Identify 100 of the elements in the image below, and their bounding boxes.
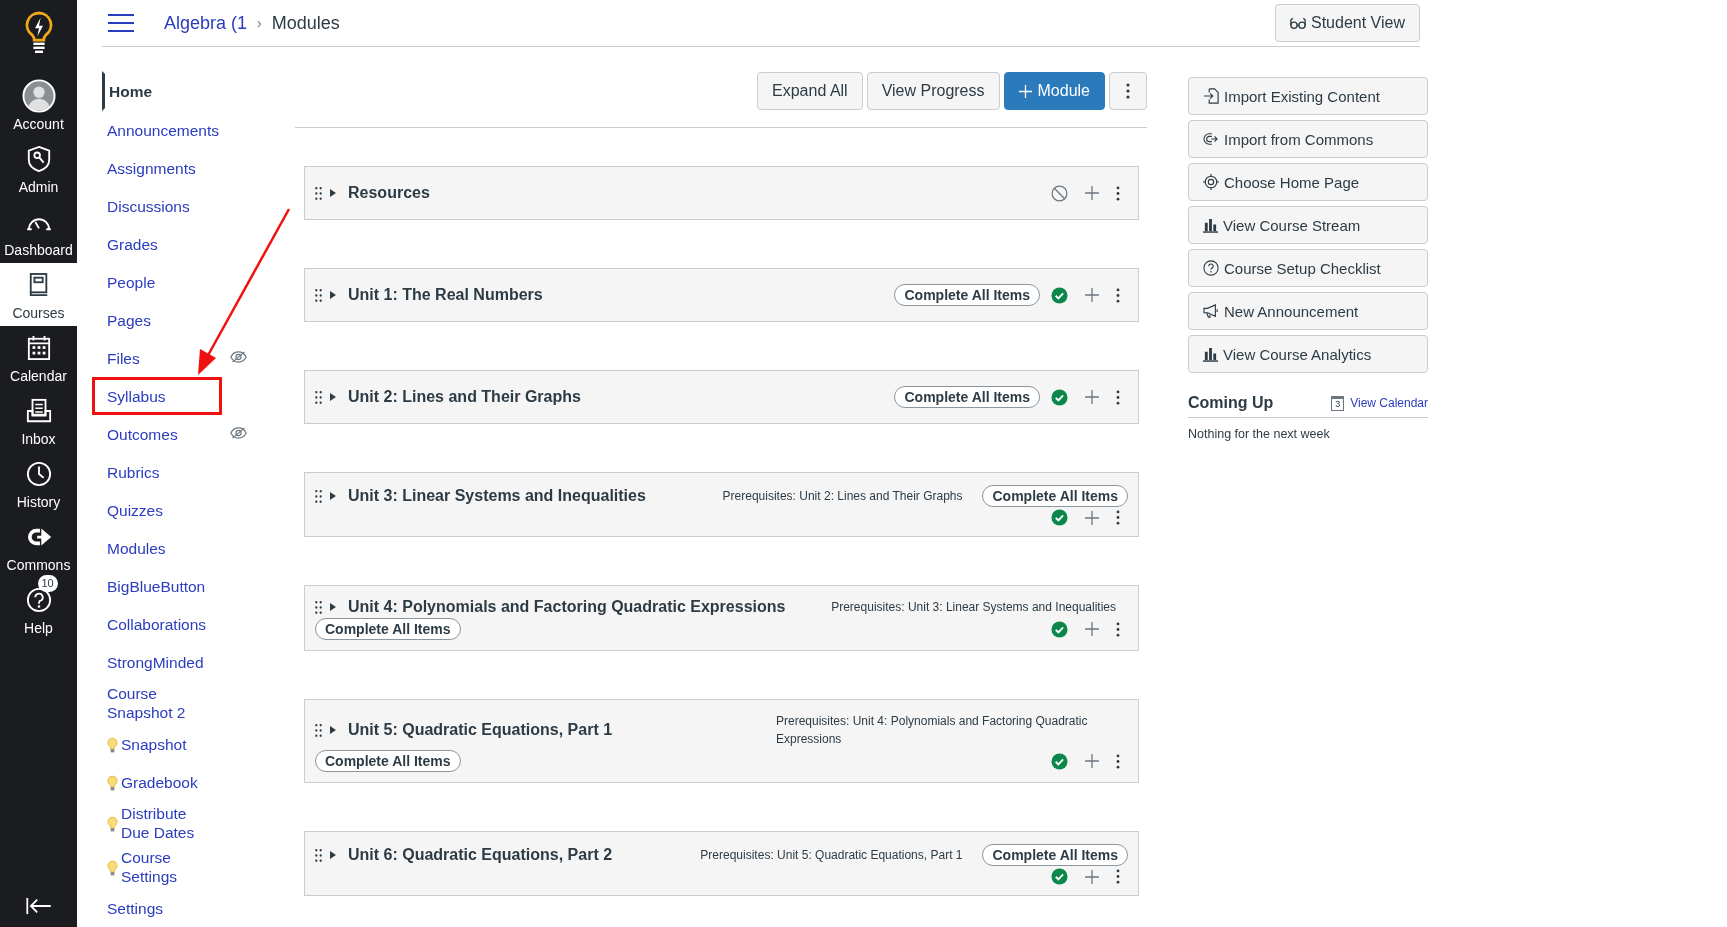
drag-handle-icon[interactable] xyxy=(315,488,322,504)
course-nav-link[interactable]: Course Snapshot 2 xyxy=(92,681,222,725)
course-nav-link[interactable]: Announcements xyxy=(92,111,222,149)
global-nav-item[interactable]: Commons xyxy=(0,515,77,578)
kebab-icon[interactable] xyxy=(1116,185,1120,201)
global-nav-item[interactable]: Dashboard xyxy=(0,200,77,263)
published-check-icon[interactable] xyxy=(1051,752,1068,770)
menu-icon[interactable] xyxy=(108,14,134,32)
kebab-icon[interactable] xyxy=(1116,621,1120,637)
add-item-plus-icon[interactable] xyxy=(1085,622,1099,636)
sidebar-action-button[interactable]: View Course Stream xyxy=(1188,206,1428,244)
course-nav-link[interactable]: Home xyxy=(102,71,232,111)
kebab-icon[interactable] xyxy=(1116,753,1120,769)
breadcrumb-current: Modules xyxy=(271,12,340,34)
course-nav-link[interactable]: Syllabus xyxy=(92,377,222,415)
kebab-icon[interactable] xyxy=(1116,510,1120,525)
add-module-button[interactable]: Module xyxy=(1003,72,1105,110)
add-item-plus-icon[interactable] xyxy=(1085,869,1099,884)
module-title[interactable]: Resources xyxy=(348,184,430,202)
module-title[interactable]: Unit 4: Polynomials and Factoring Quadratic Expressions xyxy=(348,598,786,616)
global-nav-item[interactable]: Calendar xyxy=(0,326,77,389)
clock-icon xyxy=(25,461,52,487)
course-nav-link[interactable]: Discussions xyxy=(92,187,222,225)
published-check-icon[interactable] xyxy=(1051,388,1068,406)
caret-icon[interactable] xyxy=(330,189,336,197)
course-nav-link[interactable]: Distribute Due Dates xyxy=(92,801,222,845)
course-nav-link[interactable]: Snapshot xyxy=(92,725,222,763)
sidebar-action-button[interactable]: New Announcement xyxy=(1188,292,1428,330)
lightbulb-icon xyxy=(107,774,118,792)
kebab-icon[interactable] xyxy=(1116,869,1120,884)
breadcrumb-separator: › xyxy=(257,15,262,31)
toolbar-button[interactable]: View Progress xyxy=(866,72,1000,110)
add-item-plus-icon[interactable] xyxy=(1085,510,1099,525)
course-nav-link[interactable]: People xyxy=(92,263,222,301)
drag-handle-icon[interactable] xyxy=(315,599,322,615)
shield-icon xyxy=(25,145,52,173)
calendar-icon: 3 xyxy=(1331,395,1345,411)
drag-handle-icon[interactable] xyxy=(315,722,322,738)
published-check-icon[interactable] xyxy=(1051,868,1068,885)
course-nav-link[interactable]: Files xyxy=(92,339,222,377)
module-title[interactable]: Unit 2: Lines and Their Graphs xyxy=(348,388,581,406)
global-nav-item[interactable]: Admin xyxy=(0,137,77,200)
global-nav-item[interactable]: Courses xyxy=(0,263,77,326)
course-nav-link[interactable]: StrongMinded xyxy=(92,643,222,681)
course-nav-link[interactable]: Outcomes xyxy=(92,415,222,453)
caret-icon[interactable] xyxy=(330,393,336,401)
collapse-arrow-icon[interactable] xyxy=(24,897,53,915)
sidebar-action-button[interactable]: Choose Home Page xyxy=(1188,163,1428,201)
caret-icon[interactable] xyxy=(330,726,336,734)
course-nav-link[interactable]: Assignments xyxy=(92,149,222,187)
view-calendar-link[interactable]: View Calendar xyxy=(1350,396,1428,410)
sidebar-action-button[interactable]: View Course Analytics xyxy=(1188,335,1428,373)
requirement-pill: Complete All Items xyxy=(315,618,461,640)
course-nav-link[interactable]: Modules xyxy=(92,529,222,567)
global-nav-item[interactable]: Account xyxy=(0,74,77,137)
sidebar-action-button[interactable]: Import from Commons xyxy=(1188,120,1428,158)
course-nav-link[interactable]: Course Settings xyxy=(92,845,222,889)
drag-handle-icon[interactable] xyxy=(315,185,322,201)
module-title[interactable]: Unit 6: Quadratic Equations, Part 2 xyxy=(348,846,613,864)
module-title[interactable]: Unit 1: The Real Numbers xyxy=(348,286,543,304)
notification-badge: 10 xyxy=(37,575,58,592)
caret-icon[interactable] xyxy=(330,492,336,500)
add-item-plus-icon[interactable] xyxy=(1085,288,1099,302)
global-nav-item[interactable]: History xyxy=(0,452,77,515)
published-check-icon[interactable] xyxy=(1051,509,1068,526)
caret-icon[interactable] xyxy=(330,603,336,611)
sidebar-action-button[interactable]: Import Existing Content xyxy=(1188,77,1428,115)
commons-arrow-icon xyxy=(1203,132,1219,146)
global-nav-item[interactable]: Inbox xyxy=(0,389,77,452)
target-icon xyxy=(1203,174,1219,190)
drag-handle-icon[interactable] xyxy=(315,287,322,303)
breadcrumb-link[interactable]: Algebra (1 xyxy=(164,12,248,34)
course-nav-link[interactable]: Gradebook xyxy=(92,763,222,801)
module-title[interactable]: Unit 3: Linear Systems and Inequalities xyxy=(348,487,646,505)
kebab-icon[interactable] xyxy=(1116,389,1120,405)
caret-icon[interactable] xyxy=(330,291,336,299)
course-nav-link[interactable]: Grades xyxy=(92,225,222,263)
module-title[interactable]: Unit 5: Quadratic Equations, Part 1 xyxy=(348,721,613,739)
drag-handle-icon[interactable] xyxy=(315,847,322,863)
global-nav-item[interactable]: 10 Help xyxy=(0,578,77,641)
published-check-icon[interactable] xyxy=(1051,620,1068,638)
sidebar-action-button[interactable]: Course Setup Checklist xyxy=(1188,249,1428,287)
published-check-icon[interactable] xyxy=(1051,286,1068,304)
kebab-icon[interactable] xyxy=(1116,287,1120,303)
course-nav-link[interactable]: Pages xyxy=(92,301,222,339)
course-nav-link[interactable]: Quizzes xyxy=(92,491,222,529)
add-item-plus-icon[interactable] xyxy=(1085,186,1099,200)
unpublished-icon[interactable] xyxy=(1051,184,1068,202)
course-nav-link[interactable]: Collaborations xyxy=(92,605,222,643)
lightbulb-icon xyxy=(107,859,118,877)
drag-handle-icon[interactable] xyxy=(315,389,322,405)
toolbar-button[interactable]: Expand All xyxy=(757,72,863,110)
help-icon xyxy=(25,587,52,613)
add-item-plus-icon[interactable] xyxy=(1085,390,1099,404)
student-view-button[interactable]: Student View xyxy=(1275,4,1420,42)
course-nav-link[interactable]: Rubrics xyxy=(92,453,222,491)
caret-icon[interactable] xyxy=(330,851,336,859)
course-nav-link[interactable]: BigBlueButton xyxy=(92,567,222,605)
add-item-plus-icon[interactable] xyxy=(1085,754,1099,768)
course-nav-link[interactable]: Settings xyxy=(92,889,222,927)
